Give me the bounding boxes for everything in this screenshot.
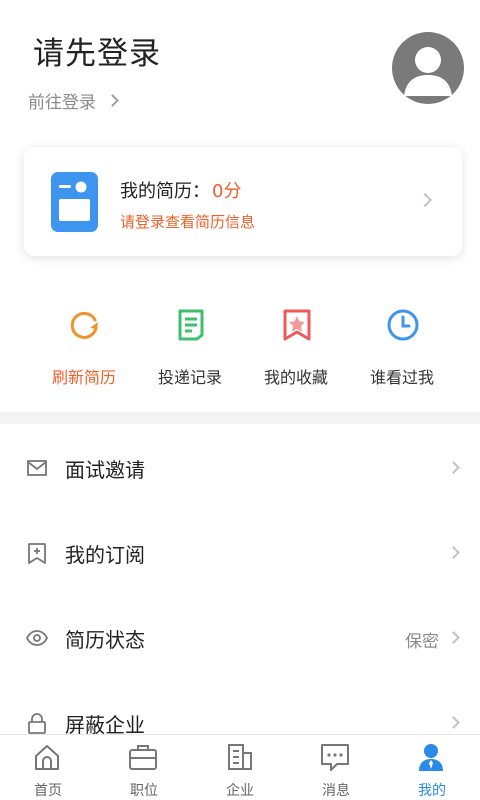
resume-title: 我的简历： 0分 <box>120 177 241 203</box>
person-icon <box>419 744 443 771</box>
quick-action-label: 我的收藏 <box>263 368 328 387</box>
building-icon <box>228 744 252 770</box>
chevron-right-icon <box>447 631 460 644</box>
chevron-right-icon <box>447 546 460 559</box>
quick-action-label: 刷新简历 <box>51 368 116 387</box>
clock-icon <box>387 309 419 341</box>
tab-jobs[interactable]: 职位 <box>96 735 192 800</box>
tab-messages[interactable]: 消息 <box>288 735 384 800</box>
page-title[interactable]: 请先登录 <box>33 28 161 73</box>
message-icon <box>321 744 349 771</box>
tab-label: 首页 <box>34 783 62 799</box>
tab-label: 我的 <box>418 783 446 799</box>
tab-home[interactable]: 首页 <box>0 735 96 800</box>
resume-subtitle: 请登录查看简历信息 <box>120 213 256 231</box>
resume-score: 0分 <box>212 181 242 202</box>
mail-icon <box>27 460 47 476</box>
document-icon <box>178 309 204 341</box>
menu-item-label: 面试邀请 <box>65 458 145 482</box>
chevron-right-icon <box>417 192 433 208</box>
section-divider <box>0 412 480 424</box>
profile-header: 请先登录 前往登录 <box>0 0 480 130</box>
briefcase-icon <box>129 745 157 770</box>
quick-action-label: 谁看过我 <box>369 368 434 387</box>
tab-companies[interactable]: 企业 <box>192 735 288 800</box>
menu-item-resume-status[interactable]: 简历状态 保密 <box>0 596 480 681</box>
goto-login-link[interactable]: 前往登录 <box>28 88 119 113</box>
quick-action-label: 投递记录 <box>157 368 222 387</box>
tab-label: 职位 <box>130 783 158 799</box>
resume-title-label: 我的简历： <box>120 181 210 202</box>
quick-action-who-viewed-me[interactable]: 谁看过我 <box>349 300 455 395</box>
tab-mine[interactable]: 我的 <box>384 735 480 800</box>
resume-card[interactable]: 我的简历： 0分 请登录查看简历信息 <box>24 147 462 256</box>
lock-icon <box>28 713 46 734</box>
menu-item-my-subscriptions[interactable]: 我的订阅 <box>0 511 480 596</box>
goto-login-label: 前往登录 <box>28 93 96 113</box>
quick-action-delivery-records[interactable]: 投递记录 <box>137 300 243 395</box>
menu-item-label: 简历状态 <box>65 628 145 652</box>
bookmark-star-icon <box>283 309 311 341</box>
avatar[interactable] <box>392 32 464 104</box>
refresh-icon <box>70 311 98 339</box>
menu-item-interview-invites[interactable]: 面试邀请 <box>0 426 480 511</box>
quick-action-my-favorites[interactable]: 我的收藏 <box>243 300 349 395</box>
chevron-right-icon <box>447 461 460 474</box>
chevron-right-icon <box>447 716 460 729</box>
quick-actions: 刷新简历 投递记录 我的收藏 谁看过我 <box>0 300 480 395</box>
bookmark-add-icon <box>28 543 46 564</box>
resume-icon <box>51 172 98 232</box>
user-silhouette-icon <box>404 47 452 96</box>
eye-icon <box>26 630 48 646</box>
tab-label: 企业 <box>226 783 254 799</box>
tab-label: 消息 <box>322 783 350 799</box>
bottom-tab-bar: 首页 职位 企业 消息 我的 <box>0 734 480 800</box>
home-icon <box>35 745 59 770</box>
menu-item-label: 我的订阅 <box>65 543 145 567</box>
chevron-right-icon <box>106 94 119 107</box>
menu-item-value: 保密 <box>405 632 439 652</box>
quick-action-refresh-resume[interactable]: 刷新简历 <box>31 300 137 395</box>
